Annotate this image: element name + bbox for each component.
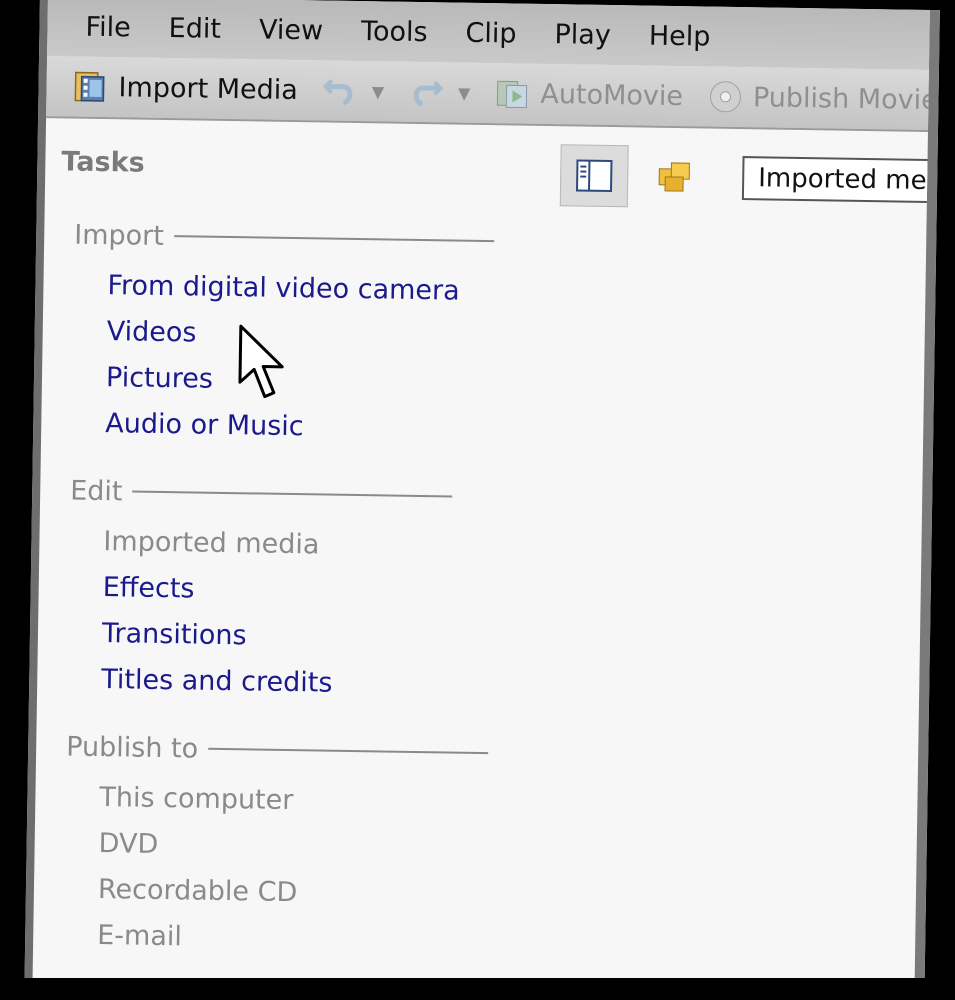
import-media-button[interactable]: Import Media	[70, 66, 298, 110]
task-edit-transitions[interactable]: Transitions	[102, 611, 451, 662]
mouse-cursor-icon	[238, 324, 284, 399]
task-import-pictures[interactable]: Pictures	[106, 355, 492, 407]
task-import-videos[interactable]: Videos	[106, 309, 492, 361]
menu-tools[interactable]: Tools	[361, 16, 428, 48]
bottom-edge	[0, 978, 955, 1000]
screenshot-stage: File Edit View Tools Clip Play Help Impo…	[0, 0, 955, 1000]
task-edit-effects[interactable]: Effects	[102, 565, 451, 616]
edit-section-header: Edit	[70, 471, 453, 517]
toolbar: Import Media ▼ ▼ AutoMovie Publish Movie	[46, 56, 938, 132]
disc-icon	[705, 76, 746, 117]
undo-icon	[320, 70, 361, 111]
redo-button[interactable]: ▼	[406, 72, 471, 113]
section-divider	[132, 490, 453, 498]
redo-icon	[406, 72, 447, 113]
task-import-audio-music[interactable]: Audio or Music	[105, 401, 491, 453]
publish-movie-label: Publish Movie	[752, 81, 938, 116]
task-publish-recordable-cd: Recordable CD	[97, 874, 298, 909]
view-controls: Imported media	[559, 144, 940, 212]
import-section-header: Import	[74, 215, 494, 262]
import-media-label: Import Media	[118, 71, 299, 106]
task-edit-titles-credits[interactable]: Titles and credits	[101, 657, 450, 708]
section-divider	[208, 747, 489, 755]
film-folder-icon	[70, 66, 111, 107]
task-import-dv-camera[interactable]: From digital video camera	[107, 263, 493, 315]
menu-help[interactable]: Help	[649, 20, 711, 52]
publish-movie-button[interactable]: Publish Movie	[705, 76, 938, 120]
collections-icon	[658, 162, 690, 192]
menu-play[interactable]: Play	[554, 19, 611, 51]
menu-file[interactable]: File	[85, 11, 131, 43]
automovie-label: AutoMovie	[540, 78, 684, 112]
task-publish-dvd: DVD	[98, 828, 159, 860]
movie-maker-window: File Edit View Tools Clip Play Help Impo…	[24, 0, 940, 996]
task-publish-this-computer: This computer	[99, 782, 294, 817]
import-header-label: Import	[74, 219, 165, 252]
tasks-pane-toggle-button[interactable]	[559, 144, 629, 208]
undo-dropdown-icon[interactable]: ▼	[372, 82, 385, 101]
collection-dropdown[interactable]: Imported media	[741, 156, 940, 204]
collection-selected-label: Imported media	[757, 163, 940, 197]
film-folder-icon	[750, 162, 751, 194]
redo-dropdown-icon[interactable]: ▼	[458, 83, 471, 102]
menu-view[interactable]: View	[259, 14, 324, 46]
publish-section: Publish to This computer DVD Recordable …	[63, 727, 489, 966]
section-divider	[173, 235, 494, 243]
task-publish-email: E-mail	[97, 920, 183, 953]
automovie-icon	[492, 73, 533, 114]
automovie-button[interactable]: AutoMovie	[492, 73, 683, 116]
collections-button[interactable]	[642, 146, 709, 207]
undo-button[interactable]: ▼	[320, 70, 385, 111]
edit-header-label: Edit	[69, 475, 123, 507]
menu-edit[interactable]: Edit	[168, 13, 221, 45]
edit-section: Edit Imported media Effects Transitions …	[67, 471, 453, 709]
tasks-pane-icon	[575, 159, 613, 193]
publish-header-label: Publish to	[65, 731, 199, 765]
menu-clip[interactable]: Clip	[465, 17, 516, 49]
task-edit-imported-media: Imported media	[103, 526, 320, 561]
publish-section-header: Publish to	[66, 727, 489, 774]
tasks-title: Tasks	[61, 146, 145, 179]
